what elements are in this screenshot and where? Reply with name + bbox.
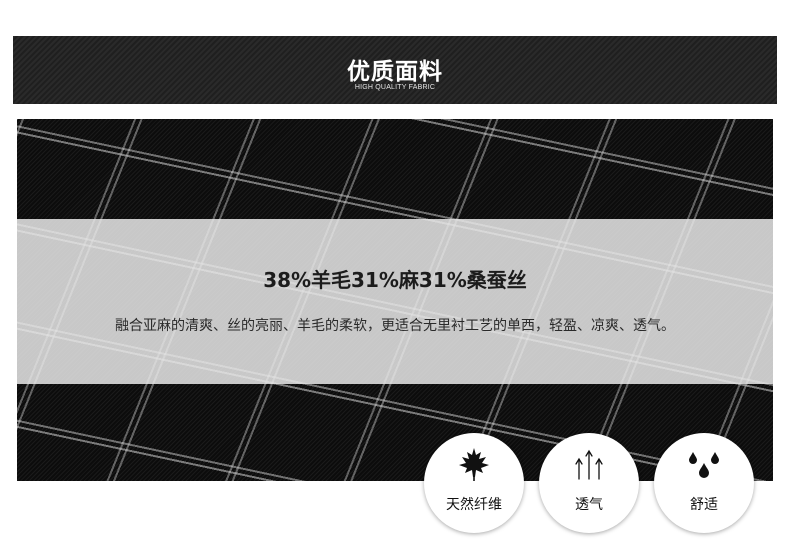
- composition-headline: 38%羊毛31%麻31%桑蚕丝: [263, 268, 527, 292]
- feature-label: 天然纤维: [446, 497, 502, 513]
- feature-label: 舒适: [690, 497, 718, 513]
- feature-label: 透气: [575, 497, 603, 513]
- water-drops-icon: [654, 446, 754, 482]
- airflow-arrows-icon: [539, 446, 639, 482]
- info-band: [17, 219, 773, 384]
- section-subtitle: HIGH QUALITY FABRIC: [354, 84, 436, 91]
- maple-leaf-icon: [424, 446, 524, 482]
- feature-badge-breathable: 透气: [539, 433, 639, 533]
- composition-description: 融合亚麻的清爽、丝的亮丽、羊毛的柔软，更适合无里衬工艺的单西，轻盈、凉爽、透气。: [115, 318, 675, 334]
- section-header: 优质面料 HIGH QUALITY FABRIC: [13, 36, 777, 104]
- feature-badge-natural-fiber: 天然纤维: [424, 433, 524, 533]
- section-title: 优质面料: [347, 59, 443, 85]
- feature-badge-comfort: 舒适: [654, 433, 754, 533]
